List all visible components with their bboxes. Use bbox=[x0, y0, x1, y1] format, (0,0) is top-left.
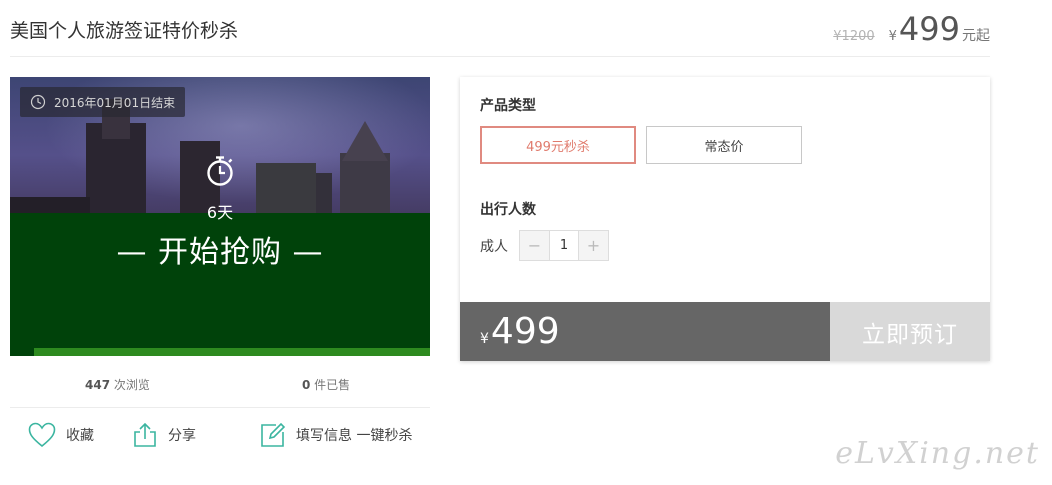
views-count: 447 bbox=[85, 378, 111, 392]
total-price-bar: ¥ 499 bbox=[460, 302, 830, 361]
views-label: 次浏览 bbox=[110, 378, 150, 392]
product-banner: 2016年01月01日结束 6天 — 开始抢购 — bbox=[10, 77, 430, 356]
option-regular-price[interactable]: 常态价 bbox=[646, 126, 802, 164]
booking-panel: 产品类型 499元秒杀 常态价 出行人数 成人 − 1 + ¥ 499 立即预订 bbox=[460, 77, 990, 361]
quantity-input[interactable]: 1 bbox=[549, 231, 579, 260]
currency-symbol: ¥ bbox=[888, 29, 897, 44]
tower-spire-icon bbox=[342, 121, 388, 161]
option-flash-sale[interactable]: 499元秒杀 bbox=[480, 126, 636, 164]
travelers-label: 出行人数 bbox=[480, 202, 536, 218]
increase-button[interactable]: + bbox=[579, 231, 608, 260]
progress-strip bbox=[34, 348, 430, 356]
book-now-button[interactable]: 立即预订 bbox=[830, 302, 990, 361]
edit-icon bbox=[261, 422, 286, 447]
header-price: ¥1200 ¥ 499 元起 bbox=[833, 10, 990, 48]
current-price: 499 bbox=[898, 10, 960, 48]
watermark: eLvXing.net bbox=[835, 436, 1040, 471]
share-button[interactable]: 分享 bbox=[132, 422, 196, 448]
total-currency: ¥ bbox=[480, 330, 489, 347]
fill-info-label: 填写信息 一键秒杀 bbox=[296, 428, 413, 444]
views-stat: 447 次浏览 bbox=[85, 376, 150, 393]
stats-divider bbox=[10, 407, 430, 408]
start-purchase-label: — 开始抢购 — bbox=[116, 235, 324, 270]
header-divider bbox=[10, 56, 990, 57]
sold-stat: 0 件已售 bbox=[302, 376, 350, 393]
product-type-label: 产品类型 bbox=[480, 98, 536, 114]
share-label: 分享 bbox=[168, 428, 196, 444]
page-title: 美国个人旅游签证特价秒杀 bbox=[10, 20, 239, 42]
stopwatch-icon bbox=[207, 156, 233, 186]
end-date-badge: 2016年01月01日结束 bbox=[20, 87, 186, 117]
price-unit: 元起 bbox=[962, 28, 990, 44]
end-date-text: 2016年01月01日结束 bbox=[54, 95, 176, 110]
quantity-stepper: − 1 + bbox=[519, 230, 609, 261]
countdown-days: 6天 bbox=[206, 203, 234, 222]
favorite-label: 收藏 bbox=[66, 428, 94, 444]
adult-label: 成人 bbox=[480, 239, 508, 255]
heart-icon bbox=[28, 422, 56, 448]
share-icon bbox=[134, 422, 156, 447]
original-price: ¥1200 bbox=[833, 29, 875, 44]
total-price: 499 bbox=[490, 311, 560, 352]
clock-icon bbox=[30, 94, 46, 110]
decrease-button[interactable]: − bbox=[520, 231, 549, 260]
favorite-button[interactable]: 收藏 bbox=[28, 422, 94, 448]
sold-label: 件已售 bbox=[310, 378, 351, 392]
fill-info-button[interactable]: 填写信息 一键秒杀 bbox=[260, 422, 412, 448]
